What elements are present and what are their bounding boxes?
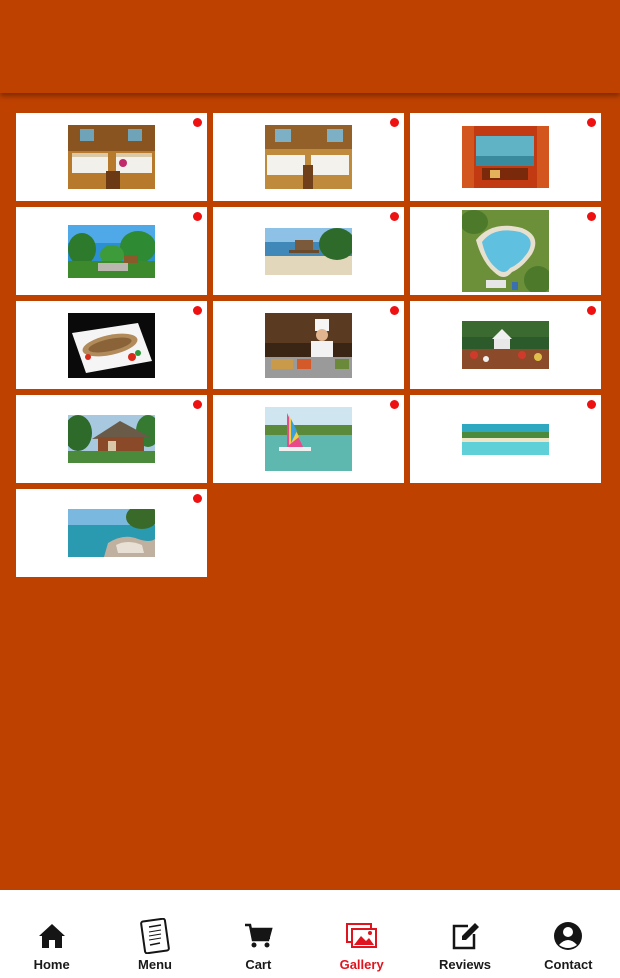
new-badge — [193, 494, 202, 503]
gallery-thumbnail — [68, 312, 155, 378]
nav-item-home[interactable]: Home — [0, 890, 103, 978]
nav-label: Menu — [138, 957, 172, 972]
gallery-item[interactable] — [213, 113, 404, 201]
gallery-item[interactable] — [410, 395, 601, 483]
new-badge — [390, 212, 399, 221]
new-badge — [193, 400, 202, 409]
gallery-thumbnail — [462, 423, 549, 455]
nav-label: Reviews — [438, 957, 491, 972]
gallery-thumbnail — [462, 126, 549, 188]
gallery-item[interactable] — [16, 207, 207, 295]
app-header — [0, 0, 620, 93]
contact-icon — [554, 922, 583, 950]
gallery-item[interactable] — [16, 113, 207, 201]
gallery-thumbnail — [462, 210, 549, 292]
new-badge — [193, 212, 202, 221]
gallery-thumbnail — [68, 125, 155, 189]
gallery-thumbnail — [462, 321, 549, 369]
nav-item-gallery[interactable]: Gallery — [310, 890, 413, 978]
new-badge — [390, 118, 399, 127]
nav-item-contact[interactable]: Contact — [517, 890, 620, 978]
gallery-item[interactable] — [16, 395, 207, 483]
home-icon — [38, 924, 65, 948]
nav-item-menu[interactable]: Menu — [103, 890, 206, 978]
new-badge — [587, 212, 596, 221]
new-badge — [193, 306, 202, 315]
gallery-item[interactable] — [213, 395, 404, 483]
nav-label: Cart — [245, 957, 272, 972]
nav-label: Gallery — [339, 957, 384, 972]
new-badge — [587, 118, 596, 127]
gallery-icon — [345, 923, 377, 948]
new-badge — [390, 400, 399, 409]
nav-item-reviews[interactable]: Reviews — [413, 890, 516, 978]
gallery-item[interactable] — [16, 301, 207, 389]
new-badge — [193, 118, 202, 127]
gallery-item[interactable] — [213, 301, 404, 389]
gallery-thumbnail — [265, 312, 352, 378]
gallery-thumbnail — [68, 224, 155, 278]
gallery-item[interactable] — [410, 113, 601, 201]
gallery-thumbnail — [68, 415, 155, 463]
gallery-item[interactable] — [213, 207, 404, 295]
nav-item-cart[interactable]: Cart — [207, 890, 310, 978]
gallery-thumbnail — [265, 125, 352, 189]
gallery-thumbnail — [68, 509, 155, 557]
nav-label: Contact — [544, 957, 593, 972]
nav-label: Home — [33, 957, 70, 972]
gallery-item[interactable] — [16, 489, 207, 577]
bottom-navigation: Home Menu Cart Gallery Reviews Contact — [0, 890, 620, 978]
gallery-item[interactable] — [410, 207, 601, 295]
new-badge — [587, 400, 596, 409]
cart-icon — [245, 923, 273, 948]
menu-book-icon — [140, 918, 170, 954]
gallery-thumbnail — [265, 227, 352, 275]
gallery-thumbnail — [265, 407, 352, 471]
new-badge — [390, 306, 399, 315]
gallery-item[interactable] — [410, 301, 601, 389]
gallery-grid — [16, 113, 601, 577]
edit-icon — [452, 923, 479, 950]
new-badge — [587, 306, 596, 315]
